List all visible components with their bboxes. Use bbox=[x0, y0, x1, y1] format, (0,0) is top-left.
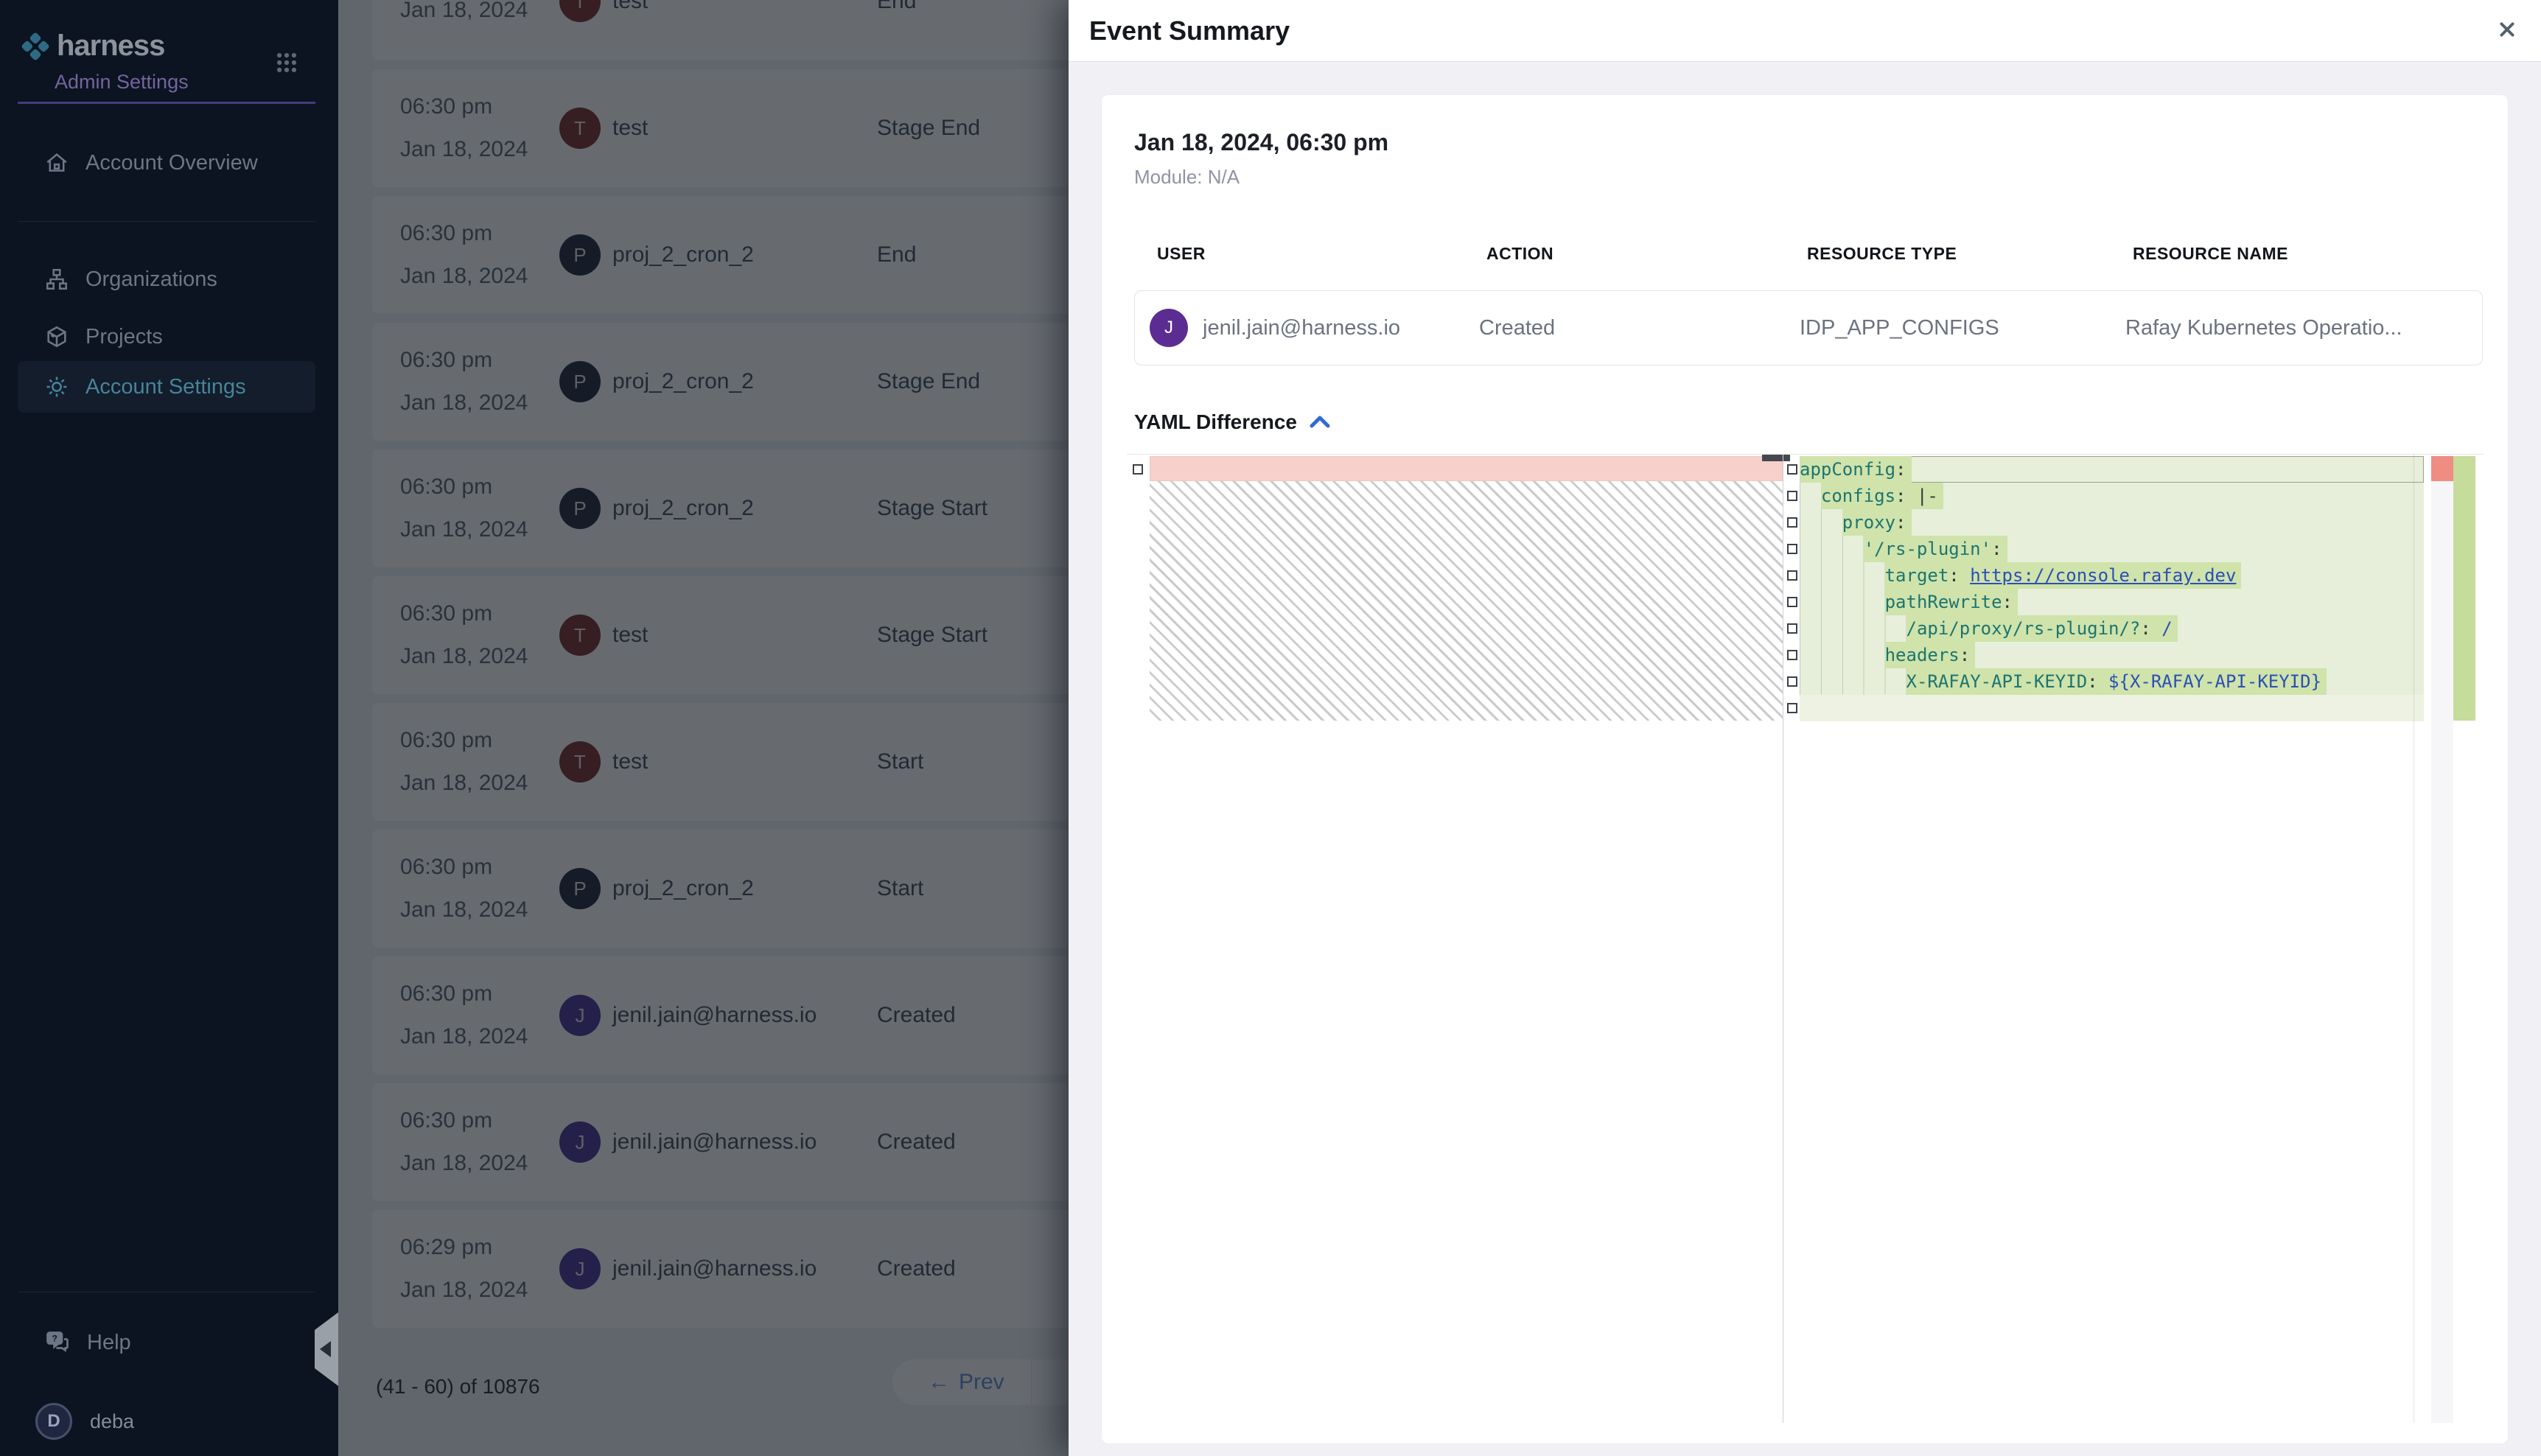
diff-line-marker bbox=[1787, 703, 1797, 713]
logo-text: harness bbox=[57, 29, 164, 63]
gear-icon bbox=[44, 374, 69, 399]
cube-icon bbox=[44, 324, 69, 349]
diff-code-line: target: https://console.rafay.dev bbox=[1800, 562, 2424, 589]
col-header-resource-type: RESOURCE TYPE bbox=[1807, 244, 2133, 264]
sidebar-item-label: Projects bbox=[85, 325, 163, 349]
diff-code-line: proxy: bbox=[1800, 509, 2424, 536]
module-subtitle: Admin Settings bbox=[55, 71, 189, 94]
collapse-arrow-icon bbox=[320, 1341, 331, 1357]
sidebar-item-account-settings[interactable]: Account Settings bbox=[18, 361, 315, 413]
diff-right-gutter bbox=[1786, 455, 1800, 1423]
org-icon bbox=[44, 267, 69, 292]
app-switcher-grid-icon[interactable] bbox=[274, 50, 299, 75]
avatar: J bbox=[1150, 309, 1188, 347]
overview-ruler-added-marker bbox=[2453, 456, 2475, 721]
yaml-difference-toggle[interactable]: YAML Difference bbox=[1134, 409, 1331, 435]
diff-left-line-marker bbox=[1133, 464, 1143, 475]
col-header-user: USER bbox=[1157, 244, 1486, 264]
sidebar-item-label: Organizations bbox=[85, 267, 217, 292]
sidebar-item-help[interactable]: ? Help bbox=[18, 1320, 315, 1365]
chevron-up-icon bbox=[1309, 415, 1331, 430]
table-header-row: USER ACTION RESOURCE TYPE RESOURCE NAME bbox=[1134, 244, 2483, 264]
cell-action: Created bbox=[1479, 316, 1800, 340]
user-email: jenil.jain@harness.io bbox=[1203, 316, 1400, 340]
yaml-target-link[interactable]: https://console.rafay.dev bbox=[1970, 565, 2236, 586]
user-menu[interactable]: D deba bbox=[18, 1399, 315, 1444]
col-header-resource-name: RESOURCE NAME bbox=[2133, 244, 2483, 264]
overview-ruler-deleted-marker bbox=[2431, 456, 2453, 481]
event-datetime: Jan 18, 2024, 06:30 pm bbox=[1134, 129, 1388, 156]
diff-line-marker bbox=[1787, 517, 1797, 528]
svg-text:?: ? bbox=[52, 1334, 57, 1344]
diff-code-line bbox=[1800, 695, 2424, 721]
diff-code-line: pathRewrite: bbox=[1800, 589, 2424, 615]
diff-right-pane: appConfig:configs: |-proxy:'/rs-plugin':… bbox=[1800, 456, 2424, 721]
diff-scrollbar-track[interactable] bbox=[2431, 456, 2453, 1423]
cell-resource-type: IDP_APP_CONFIGS bbox=[1800, 316, 2125, 340]
sidebar-divider bbox=[18, 221, 315, 222]
sidebar-item-projects[interactable]: Projects bbox=[18, 314, 315, 360]
diff-line-marker bbox=[1787, 491, 1797, 501]
drawer-title: Event Summary bbox=[1089, 0, 1290, 62]
event-module: Module: N/A bbox=[1134, 166, 1240, 189]
user-name: deba bbox=[90, 1410, 134, 1433]
event-summary-card: Jan 18, 2024, 06:30 pm Module: N/A USER … bbox=[1101, 94, 2509, 1444]
yaml-difference-label: YAML Difference bbox=[1134, 410, 1297, 434]
sidebar-item-organizations[interactable]: Organizations bbox=[18, 256, 315, 302]
diff-code-line: configs: |- bbox=[1800, 483, 2424, 509]
cell-user: J jenil.jain@harness.io bbox=[1150, 309, 1479, 347]
diff-line-marker bbox=[1787, 544, 1797, 554]
diff-missing-region-hatch bbox=[1150, 481, 1783, 721]
event-detail-table: USER ACTION RESOURCE TYPE RESOURCE NAME … bbox=[1134, 244, 2483, 365]
sidebar-item-label: Account Settings bbox=[85, 375, 246, 399]
deleted-line-bar bbox=[1150, 456, 1783, 481]
yaml-diff-editor[interactable]: appConfig:configs: |-proxy:'/rs-plugin':… bbox=[1127, 454, 2484, 1423]
close-icon[interactable] bbox=[2489, 12, 2525, 47]
col-header-action: ACTION bbox=[1486, 244, 1807, 264]
sidebar-item-account-overview[interactable]: Account Overview bbox=[18, 140, 315, 186]
user-avatar: D bbox=[35, 1403, 72, 1440]
diff-code-line: '/rs-plugin': bbox=[1800, 536, 2424, 562]
diff-line-marker bbox=[1787, 676, 1797, 687]
sidebar: harness Admin Settings Account Overview O… bbox=[0, 0, 338, 1456]
diff-left-pane bbox=[1150, 455, 1783, 1423]
diff-code-line: appConfig: bbox=[1800, 456, 2424, 483]
home-icon bbox=[44, 150, 69, 175]
harness-logo: harness bbox=[20, 29, 164, 63]
diff-line-marker bbox=[1787, 597, 1797, 607]
drawer-header: Event Summary bbox=[1069, 0, 2541, 62]
help-label: Help bbox=[87, 1331, 131, 1355]
sidebar-item-label: Account Overview bbox=[85, 151, 258, 175]
diff-line-marker bbox=[1787, 570, 1797, 581]
diff-code-line: /api/proxy/rs-plugin/?: / bbox=[1800, 615, 2424, 642]
diff-line-marker bbox=[1787, 650, 1797, 660]
event-summary-drawer: Event Summary Jan 18, 2024, 06:30 pm Mod… bbox=[1069, 0, 2541, 1456]
table-row: J jenil.jain@harness.io Created IDP_APP_… bbox=[1134, 290, 2483, 365]
help-chat-icon: ? bbox=[44, 1329, 71, 1356]
diff-line-marker bbox=[1787, 623, 1797, 634]
diff-code-line: headers: bbox=[1800, 642, 2424, 668]
sidebar-accent-rule bbox=[18, 102, 315, 104]
diff-code-line: X-RAFAY-API-KEYID: ${X-RAFAY-API-KEYID} bbox=[1800, 668, 2424, 695]
diff-line-marker bbox=[1787, 464, 1797, 475]
harness-logo-icon bbox=[20, 31, 51, 62]
cell-resource-name: Rafay Kubernetes Operatio... bbox=[2125, 316, 2482, 340]
